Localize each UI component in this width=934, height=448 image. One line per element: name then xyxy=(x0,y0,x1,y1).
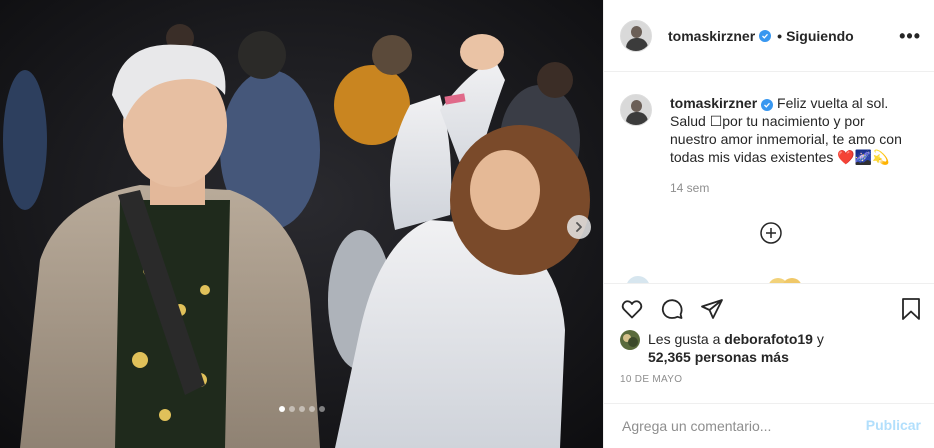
next-comment-partial xyxy=(620,273,930,283)
author-avatar[interactable] xyxy=(620,19,652,52)
following-button[interactable]: Siguiendo xyxy=(786,28,854,44)
carousel-dot xyxy=(309,406,315,412)
share-icon[interactable] xyxy=(700,297,724,321)
post-date[interactable]: 10 DE MAYO xyxy=(620,374,682,385)
heart-icon[interactable] xyxy=(620,297,644,321)
carousel-indicator xyxy=(279,406,325,412)
next-photo-button[interactable] xyxy=(567,215,591,239)
post-header: tomaskirzner • Siguiendo ••• xyxy=(604,0,934,72)
bookmark-icon[interactable] xyxy=(899,297,923,321)
liker-avatar[interactable] xyxy=(620,330,640,350)
likes-count-link[interactable]: 52,365 personas más xyxy=(648,349,789,365)
caption-author-avatar[interactable] xyxy=(620,94,652,126)
caption-timestamp[interactable]: 14 sem xyxy=(670,181,709,195)
carousel-dot xyxy=(299,406,305,412)
carousel-dot xyxy=(289,406,295,412)
likes-summary: Les gusta a deborafoto19 y 52,365 person… xyxy=(620,330,824,366)
verified-icon xyxy=(759,29,772,42)
carousel-dot xyxy=(319,406,325,412)
comment-input[interactable] xyxy=(620,417,844,435)
post-details-panel: tomaskirzner • Siguiendo ••• tomaskirzne… xyxy=(603,0,934,448)
publish-button[interactable]: Publicar xyxy=(866,417,921,433)
party-photo-image xyxy=(0,0,603,448)
likes-conjunction: y xyxy=(816,331,824,347)
verified-icon xyxy=(761,99,774,111)
instagram-post-modal: tomaskirzner • Siguiendo ••• tomaskirzne… xyxy=(0,0,934,448)
likes-text: Les gusta a deborafoto19 y 52,365 person… xyxy=(648,330,824,366)
carousel-dot-active xyxy=(279,406,285,412)
post-actions-section: Les gusta a deborafoto19 y 52,365 person… xyxy=(604,283,934,447)
caption: tomaskirzner Feliz vuelta al sol. Salud … xyxy=(620,94,902,166)
author-username[interactable]: tomaskirzner xyxy=(668,28,755,44)
more-options-icon[interactable]: ••• xyxy=(899,26,921,47)
caption-text-block: tomaskirzner Feliz vuelta al sol. Salud … xyxy=(670,94,902,166)
post-photo[interactable] xyxy=(0,0,603,448)
comment-form: Publicar xyxy=(604,403,934,448)
caption-username[interactable]: tomaskirzner xyxy=(670,95,757,111)
likes-prefix: Les gusta a xyxy=(648,331,721,347)
load-comments-icon[interactable] xyxy=(759,221,783,250)
comment-icon[interactable] xyxy=(660,297,684,321)
liker-username[interactable]: deborafoto19 xyxy=(724,331,813,347)
header-separator: • xyxy=(777,27,783,44)
chevron-right-icon xyxy=(576,222,582,232)
